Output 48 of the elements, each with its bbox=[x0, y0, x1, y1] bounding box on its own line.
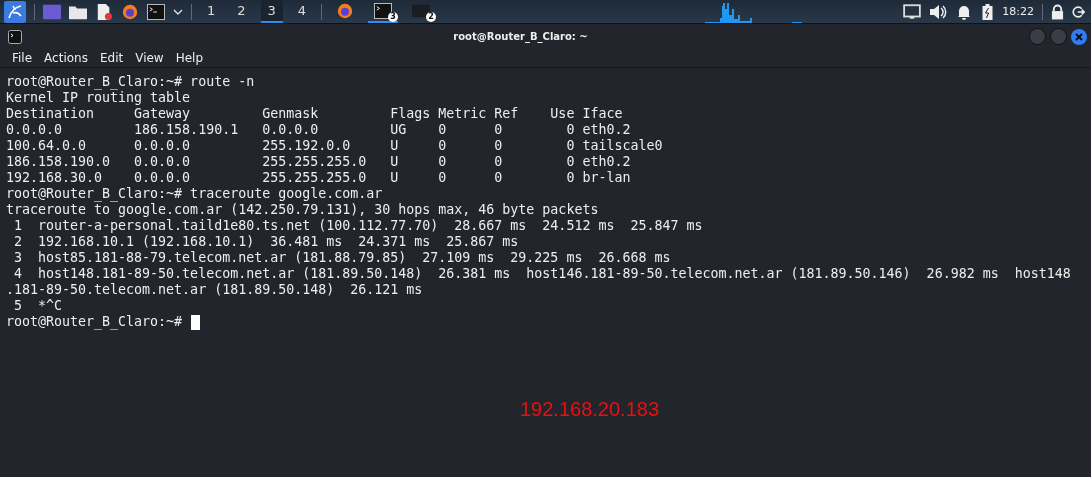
terminal-line: Kernel IP routing table bbox=[6, 90, 191, 106]
terminal-prompt: root@Router_B_Claro:~# bbox=[6, 314, 183, 330]
menu-item[interactable]: Edit bbox=[99, 51, 124, 65]
terminal-line: 5 *^C bbox=[13, 298, 63, 314]
logout-icon[interactable] bbox=[1072, 3, 1085, 20]
document-icon[interactable] bbox=[95, 3, 113, 20]
terminal-line: 3 host85.181-88-79.telecom.net.ar (181.88.79.85) 27.109 ms 29.225 ms 26.668 ms bbox=[13, 250, 671, 266]
terminal-line: 4 host148.181-89-50.telecom.net.ar (181.89.50.148) 26.381 ms host146.181-89-50.telecom.net.ar (181.89.50.146) 26.982 ms host148 bbox=[13, 266, 1071, 282]
clock[interactable]: 18:22 bbox=[1002, 5, 1034, 18]
ip-annotation: 192.168.20.183 bbox=[520, 398, 660, 421]
workspace-button[interactable]: 3 bbox=[260, 0, 283, 23]
caret-icon[interactable] bbox=[173, 8, 183, 15]
text-cursor bbox=[191, 314, 201, 330]
menu-item[interactable]: Help bbox=[175, 51, 204, 65]
terminal-line: 2 192.168.10.1 (192.168.10.1) 36.481 ms 24.371 ms 25.867 ms bbox=[13, 234, 519, 250]
task-button[interactable]: 2 bbox=[406, 0, 437, 23]
window-icon bbox=[412, 2, 431, 19]
terminal-line: 192.168.30.0 0.0.0.0 255.255.255.0 U 0 0 0 br-lan bbox=[6, 170, 631, 186]
network-icon[interactable] bbox=[903, 3, 922, 20]
terminal-icon bbox=[8, 29, 22, 44]
battery-icon[interactable] bbox=[981, 3, 995, 20]
desktop-icon[interactable] bbox=[43, 3, 61, 20]
terminal-line: root@Router_B_Claro:~# route -n bbox=[6, 74, 255, 90]
terminal-line: 100.64.0.0 0.0.0.0 255.192.0.0 U 0 0 0 tailscale0 bbox=[6, 138, 663, 154]
workspace-button[interactable]: 2 bbox=[230, 0, 253, 23]
dragon-logo-icon[interactable] bbox=[4, 0, 26, 23]
browser-icon bbox=[336, 2, 355, 19]
terminal-line: .181-89-50.telecom.net.ar (181.89.50.148) 26.121 ms bbox=[6, 282, 423, 298]
volume-icon[interactable] bbox=[929, 3, 948, 20]
terminal-line: 0.0.0.0 186.158.190.1 0.0.0.0 UG 0 0 0 eth0.2 bbox=[6, 122, 631, 138]
terminal-line: 1 router-a-personal.taild1e80.ts.net (100.112.77.70) 28.667 ms 24.512 ms 25.847 ms bbox=[13, 218, 703, 234]
close-icon[interactable] bbox=[1071, 28, 1087, 45]
terminal-line: 186.158.190.0 0.0.0.0 255.255.255.0 U 0 0 0 eth0.2 bbox=[6, 154, 631, 170]
menu-item[interactable]: File bbox=[12, 51, 33, 65]
terminal-icon[interactable] bbox=[147, 3, 165, 20]
browser-icon[interactable] bbox=[121, 3, 139, 20]
menu-item[interactable]: Actions bbox=[44, 51, 88, 65]
terminal-line: root@Router_B_Claro:~# traceroute google.com.ar bbox=[6, 186, 383, 202]
workspace-button[interactable]: 1 bbox=[200, 0, 223, 23]
menu-item[interactable]: View bbox=[135, 51, 164, 65]
task-button[interactable]: 3 bbox=[368, 0, 399, 23]
terminal-line: traceroute to google.com.ar (142.250.79.131), 30 hops max, 46 byte packets bbox=[6, 202, 599, 218]
window-title: root@Router_B_Claro: ~ bbox=[452, 31, 589, 42]
workspace-button[interactable]: 4 bbox=[290, 0, 314, 23]
lock-icon[interactable] bbox=[1051, 3, 1064, 20]
count-badge: 3 bbox=[388, 11, 399, 22]
terminal-line: Destination Gateway Genmask Flags Metric Ref Use Iface bbox=[6, 106, 623, 122]
count-badge: 2 bbox=[426, 11, 437, 22]
